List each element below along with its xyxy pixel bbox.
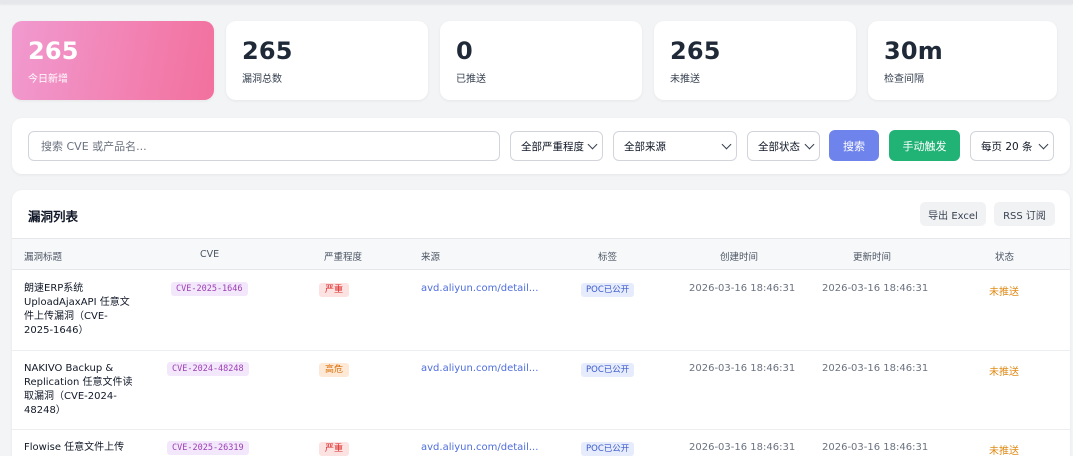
page-size-value: 每页 20 条: [981, 140, 1033, 153]
stat-card-pushed: 0 已推送: [440, 21, 642, 100]
source-link[interactable]: avd.aliyun.com/detail...: [421, 363, 538, 374]
manual-trigger-button[interactable]: 手动触发: [889, 130, 960, 161]
top-bar: [0, 0, 1073, 4]
column-header-created: 创建时间: [720, 252, 759, 263]
stat-card-total: 265 漏洞总数: [226, 21, 428, 100]
table-row[interactable]: NAKIVO Backup & Replication 任意文件读取漏洞（CVE…: [12, 351, 1070, 430]
tag-badge: POC已公开: [581, 442, 635, 456]
column-header-severity: 严重程度: [324, 252, 363, 263]
chevron-down-icon: [721, 139, 732, 150]
table-row[interactable]: 朗速ERP系统 UploadAjaxAPI 任意文件上传漏洞（CVE-2025-…: [12, 271, 1070, 351]
stat-value: 265: [242, 37, 293, 65]
severity-badge: 高危: [319, 363, 350, 377]
export-excel-button[interactable]: 导出 Excel: [920, 202, 986, 226]
status-text: 未推送: [989, 446, 1019, 456]
updated-time: 2026-03-16 18:46:31: [822, 363, 929, 374]
column-header-status: 状态: [995, 252, 1015, 263]
page-size-select[interactable]: 每页 20 条: [970, 131, 1054, 161]
cve-badge[interactable]: CVE-2024-48248: [167, 362, 249, 376]
cve-badge[interactable]: CVE-2025-26319: [167, 441, 249, 455]
tag-badge: POC已公开: [581, 363, 635, 377]
vuln-title[interactable]: NAKIVO Backup & Replication 任意文件读取漏洞（CVE…: [24, 362, 136, 418]
search-button[interactable]: 搜索: [829, 130, 879, 161]
created-time: 2026-03-16 18:46:31: [689, 442, 796, 453]
search-input[interactable]: [28, 131, 500, 161]
status-select[interactable]: 全部状态: [747, 131, 820, 161]
updated-time: 2026-03-16 18:46:31: [822, 442, 929, 453]
chevron-down-icon: [804, 139, 815, 150]
stat-value: 0: [456, 37, 473, 65]
column-header-source: 来源: [421, 252, 441, 263]
stat-label: 检查间隔: [884, 74, 924, 85]
status-text: 未推送: [989, 287, 1019, 298]
filter-bar: 全部严重程度 全部来源 全部状态 搜索 手动触发 每页 20 条: [12, 118, 1070, 174]
source-select-value: 全部来源: [624, 140, 666, 153]
severity-badge: 严重: [319, 442, 350, 456]
stat-card-interval: 30m 检查间隔: [868, 21, 1057, 100]
created-time: 2026-03-16 18:46:31: [689, 363, 796, 374]
vulnerability-list-panel: 漏洞列表 导出 Excel RSS 订阅 漏洞标题 CVE 严重程度 来源 标签…: [12, 190, 1070, 456]
created-time: 2026-03-16 18:46:31: [689, 283, 796, 294]
chevron-down-icon: [1038, 139, 1049, 150]
vuln-title[interactable]: 朗速ERP系统 UploadAjaxAPI 任意文件上传漏洞（CVE-2025-…: [24, 282, 136, 338]
stat-value: 30m: [884, 37, 944, 65]
stat-value: 265: [670, 37, 721, 65]
stat-label: 已推送: [456, 74, 486, 85]
column-header-tags: 标签: [598, 252, 618, 263]
severity-select-value: 全部严重程度: [521, 140, 584, 153]
cve-badge[interactable]: CVE-2025-1646: [171, 282, 248, 296]
chevron-down-icon: [587, 139, 598, 150]
table-row[interactable]: Flowise 任意文件上传 CVE-2025-26319 严重 avd.ali…: [12, 430, 1070, 456]
rss-subscribe-button[interactable]: RSS 订阅: [994, 202, 1055, 226]
vuln-title[interactable]: Flowise 任意文件上传: [24, 441, 136, 455]
stat-value: 265: [28, 37, 79, 65]
status-select-value: 全部状态: [758, 140, 800, 153]
source-select[interactable]: 全部来源: [613, 131, 737, 161]
source-link[interactable]: avd.aliyun.com/detail...: [421, 283, 538, 294]
updated-time: 2026-03-16 18:46:31: [822, 283, 929, 294]
stat-card-unpushed: 265 未推送: [654, 21, 856, 100]
severity-select[interactable]: 全部严重程度: [510, 131, 603, 161]
stat-label: 未推送: [670, 74, 700, 85]
source-link[interactable]: avd.aliyun.com/detail...: [421, 442, 538, 453]
severity-badge: 严重: [319, 283, 350, 297]
status-text: 未推送: [989, 367, 1019, 378]
tag-badge: POC已公开: [581, 283, 635, 297]
stat-card-today-new: 265 今日新增: [12, 21, 214, 100]
panel-title: 漏洞列表: [28, 209, 79, 224]
table-header: 漏洞标题 CVE 严重程度 来源 标签 创建时间 更新时间 状态: [12, 238, 1070, 270]
column-header-title: 漏洞标题: [24, 252, 63, 263]
stat-label: 今日新增: [28, 74, 68, 85]
column-header-updated: 更新时间: [853, 252, 892, 263]
column-header-cve: CVE: [200, 249, 220, 260]
stat-label: 漏洞总数: [242, 74, 282, 85]
stats-row: 265 今日新增 265 漏洞总数 0 已推送 265 未推送 30m 检查间隔: [12, 21, 1057, 100]
